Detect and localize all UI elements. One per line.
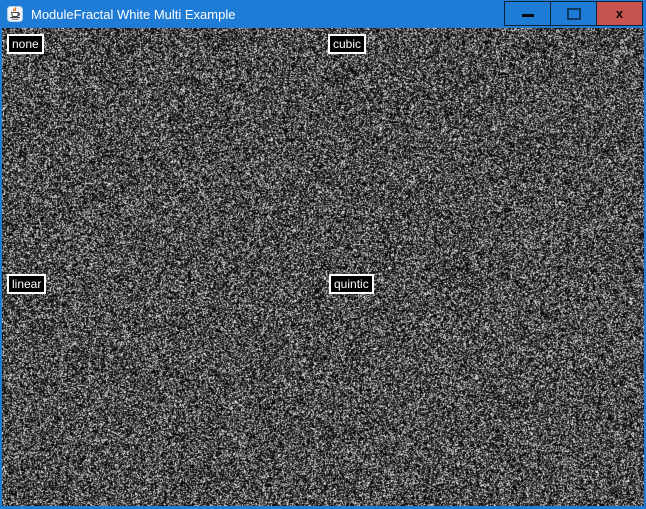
maximize-button[interactable] xyxy=(550,1,597,26)
titlebar[interactable]: ModuleFractal White Multi Example x xyxy=(2,0,644,28)
noise-label-cubic: cubic xyxy=(328,34,366,54)
window-controls: x xyxy=(505,1,643,26)
noise-label-quintic: quintic xyxy=(329,274,374,294)
close-button[interactable]: x xyxy=(596,1,643,26)
noise-canvas xyxy=(2,28,644,506)
minimize-icon xyxy=(522,14,534,17)
java-coffee-cup-icon xyxy=(7,6,23,22)
noise-viewport: none cubic linear quintic xyxy=(2,28,644,506)
maximize-icon xyxy=(567,8,581,20)
close-icon: x xyxy=(616,7,623,20)
minimize-button[interactable] xyxy=(504,1,551,26)
app-window: ModuleFractal White Multi Example x none… xyxy=(0,0,646,509)
noise-label-linear: linear xyxy=(7,274,46,294)
noise-label-none: none xyxy=(7,34,44,54)
window-title: ModuleFractal White Multi Example xyxy=(31,7,235,22)
